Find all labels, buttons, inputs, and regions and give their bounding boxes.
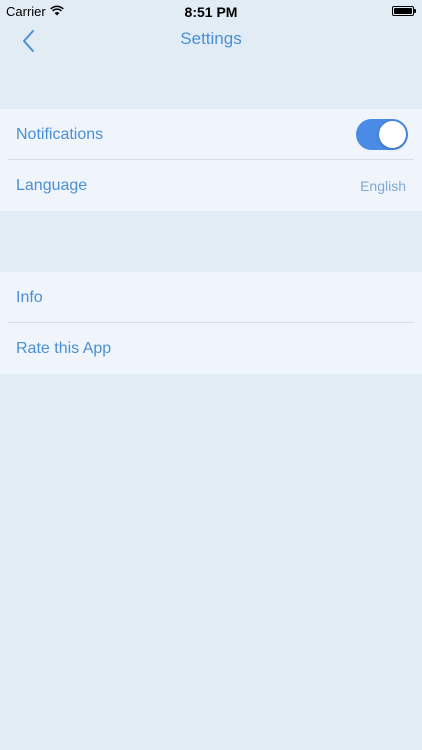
status-bar: Carrier 8:51 PM [0,0,422,24]
settings-group-about: Info Rate this App [0,272,422,374]
toggle-knob [379,121,406,148]
info-label: Info [16,288,43,306]
notifications-toggle[interactable] [356,119,408,150]
language-label: Language [16,176,88,194]
settings-group-general: Notifications Language English [0,109,422,211]
navigation-bar: Settings [0,24,422,56]
notifications-row: Notifications [0,109,422,160]
rate-app-row[interactable]: Rate this App [0,323,422,374]
status-time: 8:51 PM [184,4,238,20]
battery-icon [392,6,416,16]
rate-app-label: Rate this App [16,339,112,357]
info-row[interactable]: Info [0,272,422,323]
page-title: Settings [180,29,242,48]
language-value: English [360,177,406,194]
language-row[interactable]: Language English [0,160,422,211]
notifications-label: Notifications [16,125,104,143]
